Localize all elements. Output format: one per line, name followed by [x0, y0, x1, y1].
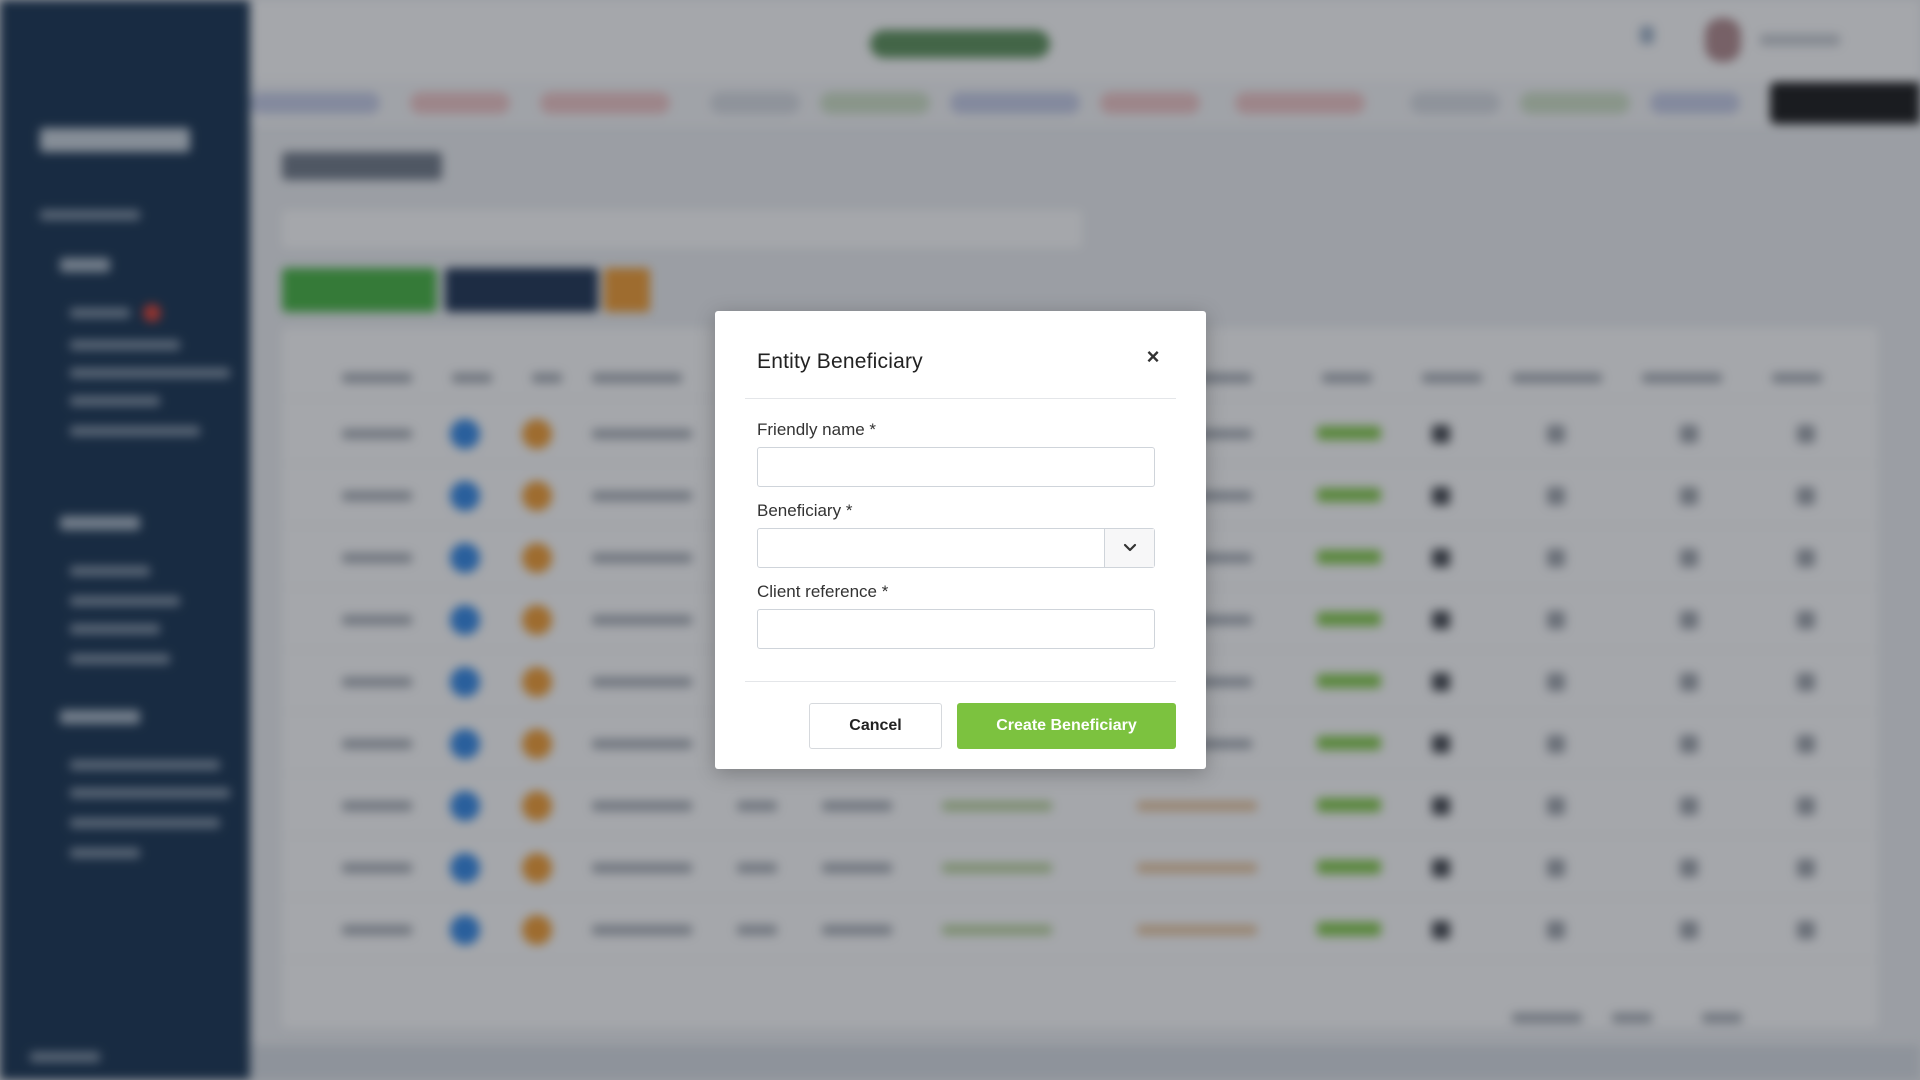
client-reference-label: Client reference * — [757, 582, 889, 601]
close-icon[interactable]: × — [1140, 344, 1166, 370]
beneficiary-select[interactable] — [757, 528, 1155, 568]
beneficiary-dropdown-toggle[interactable] — [1104, 529, 1154, 567]
cancel-button[interactable]: Cancel — [809, 703, 942, 749]
create-beneficiary-button[interactable]: Create Beneficiary — [957, 703, 1176, 749]
header-divider — [745, 398, 1176, 399]
friendly-name-label: Friendly name * — [757, 420, 877, 439]
chevron-down-icon — [1123, 543, 1136, 552]
entity-beneficiary-modal: Entity Beneficiary × Friendly name * Ben… — [715, 311, 1206, 769]
client-reference-field[interactable] — [757, 609, 1155, 649]
footer-divider — [745, 681, 1176, 682]
modal-title: Entity Beneficiary — [757, 350, 923, 373]
beneficiary-label: Beneficiary * — [757, 501, 853, 520]
friendly-name-field[interactable] — [757, 447, 1155, 487]
